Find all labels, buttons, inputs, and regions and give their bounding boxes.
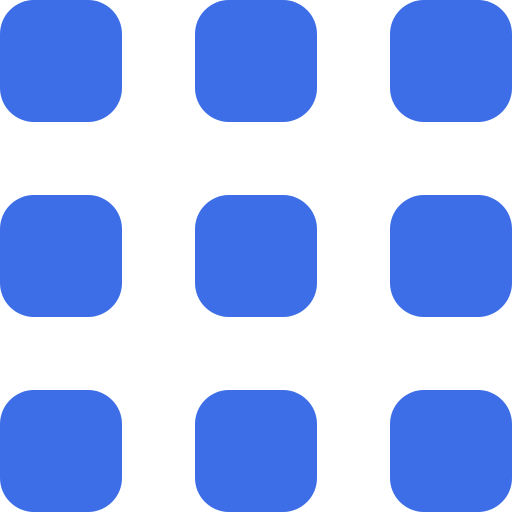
grid-square — [195, 195, 317, 317]
grid-square — [0, 195, 122, 317]
grid-square — [0, 390, 122, 512]
grid-square — [390, 390, 512, 512]
app-grid-icon — [0, 0, 512, 512]
grid-square — [390, 0, 512, 122]
grid-square — [195, 0, 317, 122]
grid-square — [0, 0, 122, 122]
grid-square — [195, 390, 317, 512]
grid-square — [390, 195, 512, 317]
